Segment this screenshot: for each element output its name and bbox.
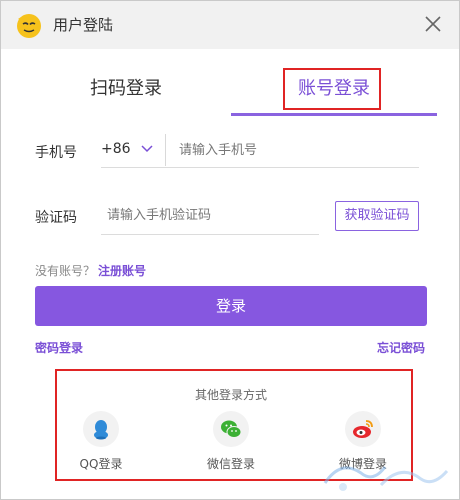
wechat-login-label: 微信登录 <box>206 457 255 471</box>
other-login-title: 其他登录方式 <box>194 388 267 402</box>
country-code-value: +86 <box>101 141 131 157</box>
chevron-down-icon <box>141 145 153 153</box>
smiley-face-logo-icon <box>17 14 41 38</box>
phone-input[interactable] <box>179 140 409 160</box>
tab-qr-login[interactable]: 扫码登录 <box>21 63 231 115</box>
no-account-text: 没有账号？ <box>35 264 96 278</box>
tab-qr-login-label: 扫码登录 <box>90 78 162 99</box>
register-link[interactable]: 注册账号 <box>98 262 146 279</box>
password-login-link[interactable]: 密码登录 <box>35 339 83 356</box>
qq-login-label: QQ登录 <box>79 457 123 471</box>
forgot-password-link[interactable]: 忘记密码 <box>377 339 425 356</box>
code-label: 验证码 <box>35 210 77 226</box>
qq-icon-circle <box>83 411 119 447</box>
qq-penguin-icon <box>94 420 108 440</box>
wechat-icon <box>221 420 242 438</box>
window-title: 用户登陆 <box>53 16 114 34</box>
phone-label: 手机号 <box>35 145 77 161</box>
wechat-login-button[interactable]: 微信登录 <box>191 411 271 472</box>
active-tab-underline <box>231 113 437 116</box>
code-input-underline <box>101 234 319 235</box>
wechat-icon-circle <box>213 411 249 447</box>
close-icon[interactable] <box>421 12 445 36</box>
highlight-box-tab <box>283 68 381 110</box>
title-bar: 用户登陆 <box>1 1 459 49</box>
divider <box>165 134 166 166</box>
watermark-logo-icon <box>323 466 449 491</box>
phone-input-underline <box>101 167 419 168</box>
qq-login-button[interactable]: QQ登录 <box>61 411 141 472</box>
weibo-icon <box>353 420 373 438</box>
country-code-select[interactable]: +86 <box>101 138 161 162</box>
verification-code-input[interactable] <box>107 205 317 225</box>
weibo-icon-circle <box>345 411 381 447</box>
login-button[interactable]: 登录 <box>35 286 427 326</box>
get-code-button[interactable]: 获取验证码 <box>335 201 419 231</box>
login-window: 用户登陆 扫码登录 账号登录 手机号 +86 验证码 获取验证码 没有账号？ 注… <box>0 0 460 500</box>
